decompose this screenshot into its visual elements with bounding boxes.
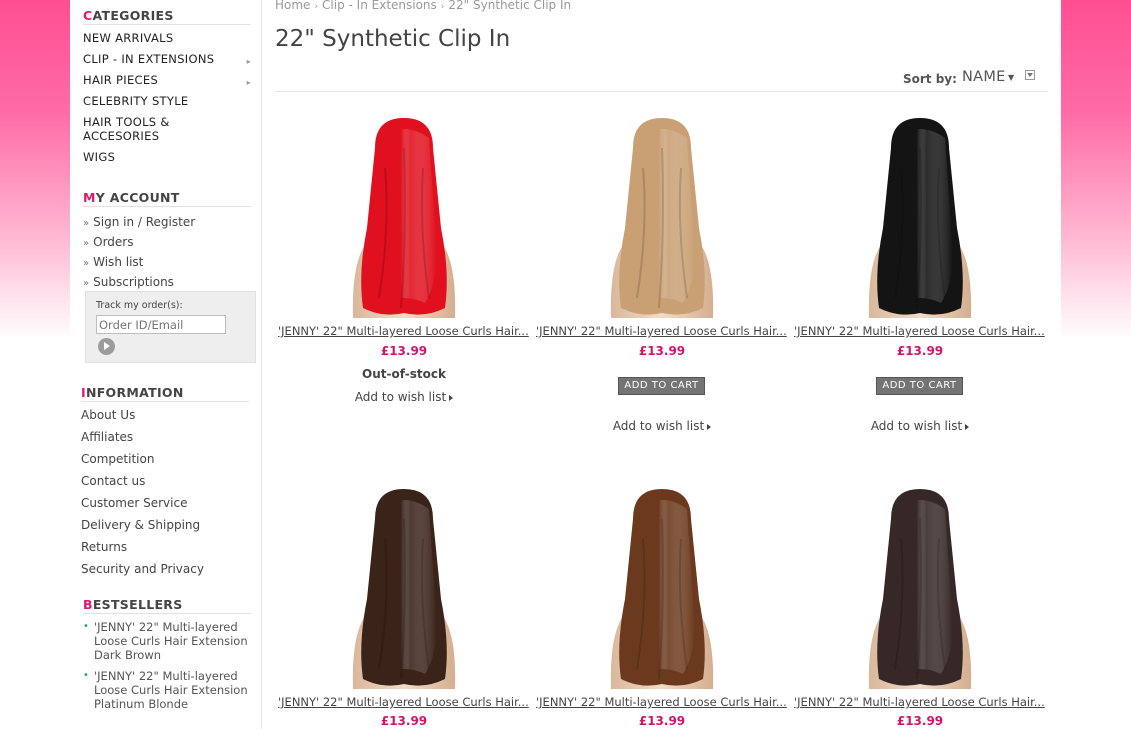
account-title: MY ACCOUNT	[83, 190, 251, 207]
product-price: £13.99	[380, 714, 428, 728]
double-chevron-icon: »	[83, 278, 90, 289]
category-hair-pieces[interactable]: HAIR PIECES ▸	[83, 73, 251, 87]
product-image[interactable]	[533, 479, 791, 689]
chevron-right-icon: ▸	[246, 78, 251, 87]
product-image[interactable]	[275, 108, 533, 318]
categories-block: CATEGORIES NEW ARRIVALS CLIP - IN EXTENS…	[83, 8, 251, 171]
track-order-box: Track my order(s):	[85, 291, 256, 363]
product-name-link[interactable]: 'JENNY' 22" Multi-layered Loose Curls Ha…	[794, 324, 1048, 338]
track-order-go-button[interactable]	[98, 338, 115, 355]
page-container: CATEGORIES NEW ARRIVALS CLIP - IN EXTENS…	[70, 0, 1061, 729]
sidebar: CATEGORIES NEW ARRIVALS CLIP - IN EXTENS…	[70, 0, 262, 729]
track-order-input[interactable]	[96, 315, 226, 334]
product-image[interactable]	[275, 479, 533, 689]
account-wish-list-link[interactable]: » Wish list	[83, 253, 251, 273]
double-chevron-icon: »	[83, 258, 90, 269]
info-delivery-link[interactable]: Delivery & Shipping	[81, 514, 249, 536]
product-name-link[interactable]: 'JENNY' 22" Multi-layered Loose Curls Ha…	[794, 695, 1048, 709]
product-name-link[interactable]: 'JENNY' 22" Multi-layered Loose Curls Ha…	[278, 695, 532, 709]
add-to-cart-button[interactable]: ADD TO CART	[876, 377, 963, 395]
info-competition-link[interactable]: Competition	[81, 448, 249, 470]
account-block: MY ACCOUNT » Sign in / Register » Orders »…	[83, 190, 251, 293]
info-returns-link[interactable]: Returns	[81, 536, 249, 558]
breadcrumb-current: 22" Synthetic Clip In	[448, 0, 572, 12]
info-customer-service-link[interactable]: Customer Service	[81, 492, 249, 514]
triangle-right-icon	[449, 394, 454, 401]
sort-direction-toggle[interactable]	[1025, 70, 1035, 80]
product-name-link[interactable]: 'JENNY' 22" Multi-layered Loose Curls Ha…	[278, 324, 532, 338]
bestsellers-block: BESTSELLERS • 'JENNY' 22" Multi-layered L…	[83, 597, 251, 718]
categories-title: CATEGORIES	[83, 8, 251, 25]
product-name-link[interactable]: 'JENNY' 22" Multi-layered Loose Curls Ha…	[536, 695, 790, 709]
product-price: £13.99	[380, 344, 428, 358]
stock-status: Out-of-stock	[362, 367, 446, 381]
add-to-wish-list-link[interactable]: Add to wish list	[791, 419, 1049, 433]
page-title: 22" Synthetic Clip In	[275, 26, 511, 52]
track-order-label: Track my order(s):	[96, 300, 183, 311]
category-celebrity-style[interactable]: CELEBRITY STYLE	[83, 94, 251, 108]
chevron-right-icon: ▸	[246, 57, 251, 66]
bestseller-item[interactable]: • 'JENNY' 22" Multi-layered Loose Curls H…	[83, 669, 251, 711]
product-image[interactable]	[791, 108, 1049, 318]
bullet-icon: •	[83, 670, 89, 681]
sort-bar: Sort by: NAME ▼	[275, 69, 1048, 92]
add-to-wish-list-link[interactable]: Add to wish list	[275, 390, 533, 404]
bestseller-item[interactable]: • 'JENNY' 22" Multi-layered Loose Curls H…	[83, 620, 251, 662]
main-content: Home › Clip - In Extensions › 22" Synthetic …	[275, 0, 1048, 729]
category-wigs[interactable]: WIGS	[83, 150, 251, 164]
info-contact-link[interactable]: Contact us	[81, 470, 249, 492]
triangle-right-icon	[965, 423, 970, 430]
account-sign-in-link[interactable]: » Sign in / Register	[83, 213, 251, 233]
add-to-wish-list-link[interactable]: Add to wish list	[533, 419, 791, 433]
information-title: INFORMATION	[81, 385, 249, 402]
product-name-link[interactable]: 'JENNY' 22" Multi-layered Loose Curls Ha…	[536, 324, 790, 338]
bullet-icon: •	[83, 621, 89, 632]
double-chevron-icon: »	[83, 218, 90, 229]
product-image[interactable]	[533, 108, 791, 318]
product-price: £13.99	[638, 714, 686, 728]
info-about-us-link[interactable]: About Us	[81, 404, 249, 426]
triangle-right-icon	[707, 423, 712, 430]
chevron-right-icon: ›	[440, 2, 445, 12]
information-block: INFORMATION About Us Affiliates Competit…	[81, 385, 249, 580]
account-orders-link[interactable]: » Orders	[83, 233, 251, 253]
add-to-cart-button[interactable]: ADD TO CART	[618, 377, 705, 395]
sort-select[interactable]: NAME	[962, 69, 1006, 85]
breadcrumb-clip-in[interactable]: Clip - In Extensions	[322, 0, 437, 12]
caret-down-icon: ▼	[1008, 73, 1015, 82]
product-price: £13.99	[638, 344, 686, 358]
info-security-link[interactable]: Security and Privacy	[81, 558, 249, 580]
double-chevron-icon: »	[83, 238, 90, 249]
category-clip-in-extensions[interactable]: CLIP - IN EXTENSIONS ▸	[83, 52, 251, 66]
sort-label: Sort by:	[903, 72, 957, 86]
category-hair-tools[interactable]: HAIR TOOLS & ACCESORIES	[83, 115, 193, 143]
account-subscriptions-link[interactable]: » Subscriptions	[83, 273, 251, 293]
category-new-arrivals[interactable]: NEW ARRIVALS	[83, 31, 251, 45]
product-image[interactable]	[791, 479, 1049, 689]
bestsellers-title: BESTSELLERS	[83, 597, 251, 614]
chevron-right-icon: ›	[314, 2, 319, 12]
breadcrumb: Home › Clip - In Extensions › 22" Synthetic …	[275, 0, 571, 12]
product-price: £13.99	[896, 714, 944, 728]
product-price: £13.99	[896, 344, 944, 358]
breadcrumb-home[interactable]: Home	[275, 0, 310, 12]
info-affiliates-link[interactable]: Affiliates	[81, 426, 249, 448]
